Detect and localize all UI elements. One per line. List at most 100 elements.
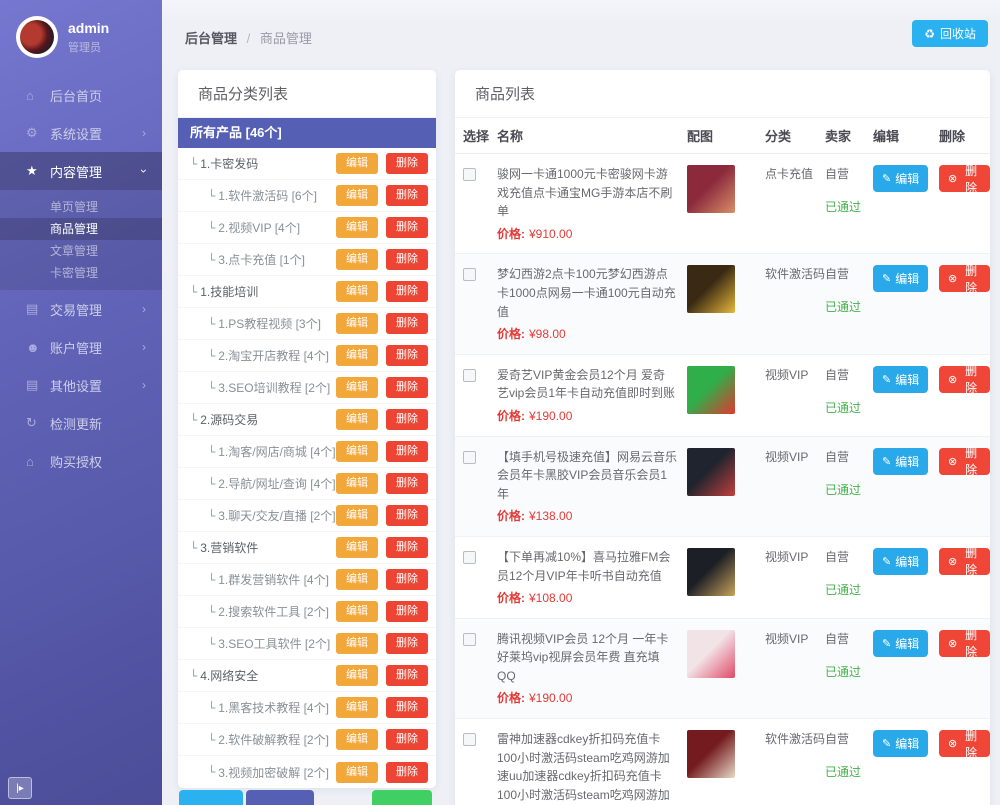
product-edit-button[interactable]: ✎编辑: [873, 165, 928, 192]
row-checkbox[interactable]: [463, 369, 476, 382]
category-delete-button[interactable]: 删除: [386, 601, 428, 622]
category-delete-button[interactable]: 删除: [386, 441, 428, 462]
category-edit-button[interactable]: 编辑: [336, 153, 378, 174]
category-delete-button[interactable]: 删除: [386, 217, 428, 238]
sidebar-item-star[interactable]: ★ 内容管理 ›: [0, 152, 162, 190]
category-edit-button[interactable]: 编辑: [336, 697, 378, 718]
row-checkbox[interactable]: [463, 551, 476, 564]
product-row: 【填手机号极速充值】网易云音乐会员年卡黑胶VIP会员音乐会员1年 价格:¥138…: [455, 437, 990, 537]
category-row: └ 3.SEO培训教程 [2个] 编辑 删除: [178, 372, 436, 404]
category-edit-button[interactable]: 编辑: [336, 601, 378, 622]
product-edit-button[interactable]: ✎编辑: [873, 265, 928, 292]
product-edit-button[interactable]: ✎编辑: [873, 630, 928, 657]
category-edit-button[interactable]: 编辑: [336, 729, 378, 750]
category-edit-button[interactable]: 编辑: [336, 217, 378, 238]
category-edit-button[interactable]: 编辑: [336, 377, 378, 398]
category-delete-button[interactable]: 删除: [386, 729, 428, 750]
category-label: 1.群发营销软件 [4个]: [218, 571, 329, 588]
sidebar-item-label: 账户管理: [50, 338, 102, 357]
sidebar-toggle-button[interactable]: |▸: [8, 777, 32, 799]
category-edit-button[interactable]: 编辑: [336, 537, 378, 558]
sidebar-subitem[interactable]: 商品管理: [0, 218, 162, 240]
category-edit-button[interactable]: 编辑: [336, 633, 378, 654]
product-delete-button[interactable]: ⊗删除: [939, 265, 990, 292]
category-panel: 商品分类列表 所有产品 [46个] └ 1.卡密发码 编辑 删除 └ 1.软件激…: [178, 70, 436, 788]
sidebar-subitem[interactable]: 单页管理: [0, 196, 162, 218]
row-checkbox[interactable]: [463, 268, 476, 281]
category-delete-button[interactable]: 删除: [386, 473, 428, 494]
row-checkbox[interactable]: [463, 633, 476, 646]
category-delete-button[interactable]: 删除: [386, 313, 428, 334]
category-delete-button[interactable]: 删除: [386, 249, 428, 270]
category-edit-button[interactable]: 编辑: [336, 249, 378, 270]
breadcrumb-root[interactable]: 后台管理: [185, 31, 237, 46]
category-delete-button[interactable]: 删除: [386, 697, 428, 718]
sidebar-item-users[interactable]: ☻ 账户管理 ›: [0, 328, 162, 366]
recycle-bin-button[interactable]: ♻ 回收站: [912, 20, 988, 47]
product-edit-button[interactable]: ✎编辑: [873, 548, 928, 575]
category-delete-button[interactable]: 删除: [386, 665, 428, 686]
category-edit-button[interactable]: 编辑: [336, 473, 378, 494]
sidebar-item-table[interactable]: ▤ 其他设置 ›: [0, 366, 162, 404]
all-products-bar[interactable]: 所有产品 [46个]: [178, 118, 436, 148]
category-panel-title: 商品分类列表: [178, 70, 436, 118]
row-checkbox[interactable]: [463, 733, 476, 746]
column-header: 删除: [939, 126, 990, 145]
product-delete-button[interactable]: ⊗删除: [939, 448, 990, 475]
user-profile[interactable]: admin 管理员: [0, 0, 162, 72]
sidebar-subitem[interactable]: 卡密管理: [0, 262, 162, 284]
sidebar-item-label: 内容管理: [50, 162, 102, 181]
product-seller: 自营: [825, 448, 873, 465]
category-delete-button[interactable]: 删除: [386, 537, 428, 558]
category-edit-button[interactable]: 编辑: [336, 569, 378, 590]
category-delete-button[interactable]: 删除: [386, 281, 428, 302]
category-delete-button[interactable]: 删除: [386, 185, 428, 206]
sidebar-item-gear[interactable]: ⚙ 系统设置 ›: [0, 114, 162, 152]
category-delete-button[interactable]: 删除: [386, 569, 428, 590]
product-delete-button[interactable]: ⊗删除: [939, 630, 990, 657]
sidebar-item-refresh[interactable]: ↻ 检测更新: [0, 404, 162, 442]
price-value: ¥190.00: [529, 409, 572, 423]
sidebar-item-home[interactable]: ⌂ 后台首页: [0, 76, 162, 114]
category-edit-button[interactable]: 编辑: [336, 665, 378, 686]
category-action-button-3[interactable]: [372, 790, 432, 805]
product-delete-button[interactable]: ⊗删除: [939, 165, 990, 192]
product-delete-button[interactable]: ⊗删除: [939, 548, 990, 575]
category-row: └ 2.软件破解教程 [2个] 编辑 删除: [178, 724, 436, 756]
product-edit-button[interactable]: ✎编辑: [873, 448, 928, 475]
category-delete-button[interactable]: 删除: [386, 377, 428, 398]
category-edit-button[interactable]: 编辑: [336, 281, 378, 302]
category-edit-button[interactable]: 编辑: [336, 313, 378, 334]
tree-branch-icon: └: [208, 349, 215, 363]
category-delete-button[interactable]: 删除: [386, 153, 428, 174]
sidebar-subitem[interactable]: 文章管理: [0, 240, 162, 262]
category-action-button-2[interactable]: [246, 790, 314, 805]
category-delete-button[interactable]: 删除: [386, 505, 428, 526]
tree-branch-icon: └: [208, 253, 215, 267]
topbar: 后台管理 / 商品管理 ♻ 回收站: [162, 0, 1000, 60]
category-delete-button[interactable]: 删除: [386, 345, 428, 366]
category-edit-button[interactable]: 编辑: [336, 409, 378, 430]
category-delete-button[interactable]: 删除: [386, 633, 428, 654]
product-edit-button[interactable]: ✎编辑: [873, 730, 928, 757]
category-edit-button[interactable]: 编辑: [336, 505, 378, 526]
product-row: 【下单再减10%】喜马拉雅FM会员12个月VIP年卡听书自动充值 价格:¥108…: [455, 537, 990, 619]
category-delete-button[interactable]: 删除: [386, 409, 428, 430]
sidebar-item-home[interactable]: ⌂ 购买授权: [0, 442, 162, 480]
sidebar-item-label: 交易管理: [50, 300, 102, 319]
product-edit-button[interactable]: ✎编辑: [873, 366, 928, 393]
category-edit-button[interactable]: 编辑: [336, 441, 378, 462]
category-delete-button[interactable]: 删除: [386, 762, 428, 783]
category-edit-button[interactable]: 编辑: [336, 762, 378, 783]
category-edit-button[interactable]: 编辑: [336, 185, 378, 206]
product-delete-button[interactable]: ⊗删除: [939, 366, 990, 393]
category-action-button-1[interactable]: [179, 790, 243, 805]
tree-branch-icon: └: [190, 541, 197, 555]
category-edit-button[interactable]: 编辑: [336, 345, 378, 366]
price-label: 价格:: [497, 409, 525, 423]
category-row: └ 4.网络安全 编辑 删除: [178, 660, 436, 692]
row-checkbox[interactable]: [463, 168, 476, 181]
sidebar-item-table[interactable]: ▤ 交易管理 ›: [0, 290, 162, 328]
product-delete-button[interactable]: ⊗删除: [939, 730, 990, 757]
row-checkbox[interactable]: [463, 451, 476, 464]
